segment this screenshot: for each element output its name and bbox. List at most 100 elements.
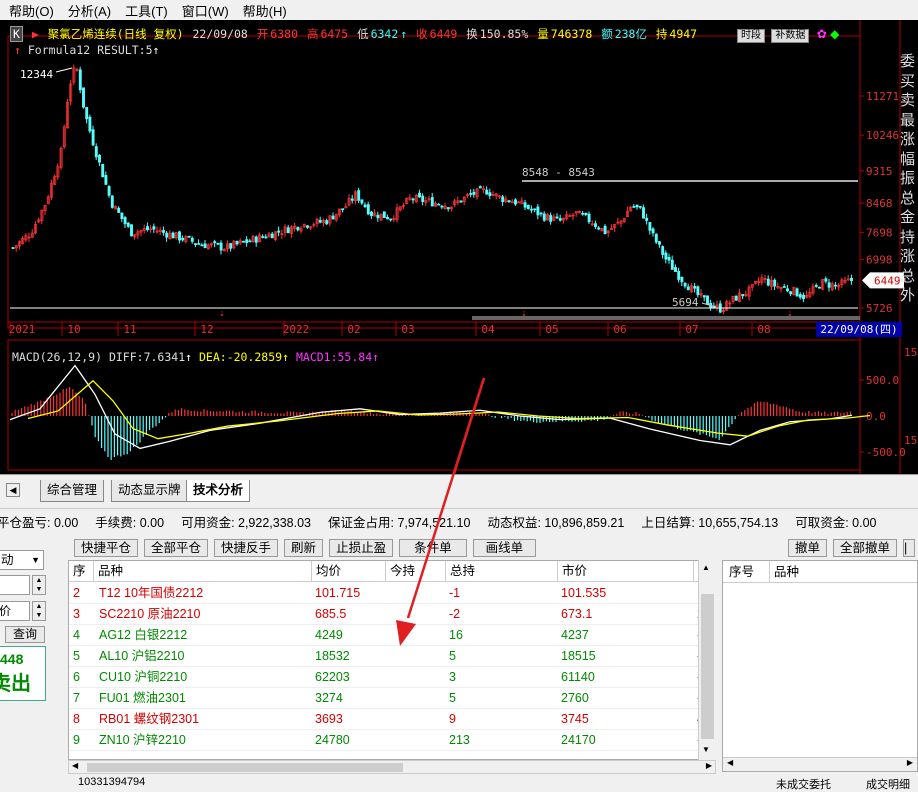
scroll-right-icon[interactable]: ▶ — [706, 761, 712, 770]
col-avg-price[interactable]: 均价 — [311, 561, 385, 582]
table-vertical-scrollbar[interactable]: ▲ ▼ — [698, 560, 716, 760]
col-seq[interactable]: 序 — [69, 561, 93, 582]
close-value: 6449 — [429, 27, 458, 41]
chart-canvas[interactable]: 11271 10246 9315 8468 7698 6998 6449 5726 2021 10… — [0, 20, 918, 474]
cell-name: AL10 沪铝2210 — [99, 649, 185, 663]
candle-body — [542, 213, 546, 221]
table-row[interactable]: 5AL10 沪铝221018532518515- — [69, 646, 709, 667]
position-label: 持 — [655, 27, 668, 41]
candle-body — [146, 226, 149, 231]
query-button[interactable]: 查询 — [5, 626, 45, 643]
h-scroll-thumb[interactable] — [87, 763, 403, 772]
status-withdrawable: 可取资金: 0.00 — [795, 516, 877, 530]
diamond-icon[interactable]: ◆ — [830, 27, 839, 41]
table-horizontal-scrollbar[interactable]: ◀ ▶ — [68, 760, 716, 774]
time-period-button[interactable]: 时段 — [737, 29, 765, 43]
kline-chart[interactable]: 11271 10246 9315 8468 7698 6998 6449 5726 2021 10… — [0, 20, 918, 474]
table-row[interactable]: 9ZN10 沪锌22102478021324170- — [69, 730, 709, 751]
direction-select[interactable]: 动 ▼ — [0, 550, 44, 570]
gear-icon[interactable]: ✿ — [817, 27, 827, 41]
positions-table: 序 品种 均价 今持 总持 市价 浮 2 T12 10年国债2212 101.715… — [68, 560, 716, 760]
close-all-button[interactable]: 全部平仓 — [144, 539, 209, 557]
menu-window[interactable]: 窗口(W) — [175, 1, 236, 20]
candle-body — [814, 285, 818, 287]
side-panel-char: 幅 — [900, 150, 916, 168]
x-tick-label: 07 — [685, 323, 698, 336]
status-last-settle: 上日结算: 10,655,754.13 — [641, 516, 779, 530]
col-market-price[interactable]: 市价 — [557, 561, 693, 582]
tab-fills[interactable]: 成交明细 — [866, 776, 910, 792]
candle-body — [654, 233, 658, 243]
quick-reverse-button[interactable]: 快捷反手 — [214, 539, 279, 557]
table-row[interactable]: 2T12 10年国债2212101.715-1101.5351 — [69, 583, 709, 604]
col-today-pos[interactable]: 今持 — [385, 561, 445, 582]
candle-body — [667, 256, 671, 261]
stop-loss-button[interactable]: 止损止盈 — [329, 539, 394, 557]
candle-body — [229, 243, 233, 249]
candle-body — [331, 215, 335, 220]
scroll-up-icon[interactable]: ▲ — [702, 563, 710, 572]
line-order-button[interactable]: 画线单 — [472, 539, 537, 557]
menu-help[interactable]: 帮助(H) — [236, 1, 294, 20]
scroll-thumb[interactable] — [701, 594, 714, 739]
candle-body — [437, 203, 441, 206]
fill-data-button[interactable]: 补数据 — [771, 29, 810, 43]
candle-body — [766, 278, 770, 286]
candle-body — [187, 235, 191, 238]
candle-body — [370, 211, 373, 217]
candle-body — [594, 223, 597, 227]
col-order-symbol[interactable]: 品种 — [769, 561, 799, 583]
quantity-field[interactable] — [0, 575, 30, 595]
side-info-panel: 委买卖最涨幅振总金持涨总外 — [900, 52, 918, 306]
tab-scroll-left-icon[interactable]: ◀ — [6, 483, 20, 497]
price-stepper[interactable]: ▲ ▼ — [32, 601, 46, 621]
menu-help-o[interactable]: 帮助(O) — [2, 1, 61, 20]
table-row[interactable]: 3SC2210 原油2210685.5-2673.12 — [69, 604, 709, 625]
candle-body — [526, 204, 530, 210]
quick-close-button[interactable]: 快捷平仓 — [74, 539, 139, 557]
candle-body — [734, 295, 738, 301]
candle-body — [306, 225, 309, 228]
y-tick-label: 9315 — [866, 165, 893, 178]
candle-body — [203, 243, 207, 249]
sell-button[interactable]: 448 卖出 — [0, 646, 46, 701]
candle-body — [219, 242, 223, 251]
table-row[interactable]: 4AG12 白银22124249164237- — [69, 625, 709, 646]
cancel-order-button[interactable]: 撤单 — [788, 539, 828, 557]
menu-analysis[interactable]: 分析(A) — [61, 1, 118, 20]
table-row[interactable]: 7FU01 燃油2301327452760- — [69, 688, 709, 709]
tab-pending-orders[interactable]: 未成交委托 — [776, 776, 831, 792]
candle-body — [549, 215, 553, 222]
refresh-button[interactable]: 刷新 — [284, 539, 324, 557]
cell-market: 3745 — [561, 712, 589, 726]
candle-body — [555, 216, 559, 219]
candle-body — [587, 213, 591, 223]
tab-general-management[interactable]: 综合管理 — [40, 480, 105, 502]
menu-tools[interactable]: 工具(T) — [118, 1, 175, 20]
col-order-seq[interactable]: 序号 — [729, 561, 754, 583]
time-scrollbar — [472, 316, 860, 320]
tab-dynamic-board[interactable]: 动态显示牌 — [111, 480, 188, 502]
conditional-order-button[interactable]: 条件单 — [399, 539, 467, 557]
price-field[interactable]: 价 — [0, 601, 30, 621]
k-icon[interactable]: K — [10, 26, 23, 42]
scroll-left-icon[interactable]: ◀ — [72, 761, 78, 770]
table-row[interactable]: 8RB01 螺纹钢23013693937454 — [69, 709, 709, 730]
scroll-down-icon[interactable]: ▼ — [702, 745, 710, 754]
candle-body — [213, 241, 217, 244]
dea-line — [27, 379, 871, 440]
table-row[interactable]: 6CU10 沪铜221062203361140- — [69, 667, 709, 688]
col-symbol[interactable]: 品种 — [93, 561, 311, 582]
cell-total: 5 — [449, 649, 456, 663]
quantity-stepper[interactable]: ▲ ▼ — [32, 575, 46, 595]
tab-technical-analysis[interactable]: 技术分析 — [186, 480, 251, 502]
side-panel-char: 振 — [900, 170, 916, 187]
orders-h-scrollbar[interactable]: ◀ ▶ — [723, 757, 917, 771]
cancel-all-button[interactable]: 全部撤单 — [833, 539, 898, 557]
col-total-pos[interactable]: 总持 — [445, 561, 557, 582]
cell-market: 673.1 — [561, 607, 593, 621]
more-button[interactable]: | — [903, 539, 916, 557]
candle-body — [782, 286, 786, 288]
cell-name: RB01 螺纹钢2301 — [99, 712, 200, 726]
candle-body — [478, 186, 482, 189]
